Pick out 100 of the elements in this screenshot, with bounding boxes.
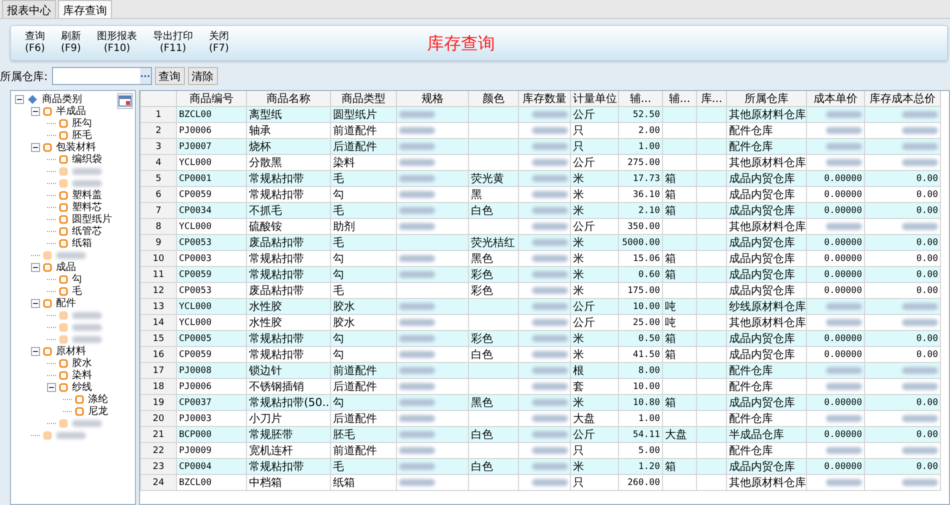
table-cell: 勾: [330, 394, 396, 410]
table-cell: 箱: [662, 170, 696, 186]
tree-item[interactable]: 纸箱: [72, 236, 92, 250]
table-cell: 0.00000: [806, 458, 864, 474]
column-header[interactable]: 商品名称: [246, 91, 330, 106]
tree-item[interactable]: 商品类别: [42, 92, 82, 106]
table-cell: 其他原材料仓库: [726, 474, 806, 490]
row-number: 4: [140, 154, 176, 170]
tree-item[interactable]: 尼龙: [88, 404, 108, 418]
node-icon: [59, 118, 68, 128]
tree-item[interactable]: 包装材料: [56, 140, 96, 154]
table-cell: 54.11: [618, 426, 662, 442]
column-header[interactable]: 所属仓库: [726, 91, 806, 106]
table-cell: 常规粘扣带: [246, 266, 330, 282]
table-cell: 52.50: [618, 106, 662, 122]
collapse-toggle-icon[interactable]: [47, 382, 56, 392]
tree-item[interactable]: 胚毛: [72, 128, 92, 142]
tree-item[interactable]: 塑料芯: [72, 200, 102, 214]
node-icon: [43, 262, 52, 272]
tree-item[interactable]: 毛: [72, 284, 82, 298]
warehouse-field[interactable]: ...: [52, 67, 152, 85]
browse-button[interactable]: ...: [140, 68, 151, 84]
collapse-toggle-icon[interactable]: [31, 106, 40, 116]
tab[interactable]: 库存查询: [58, 0, 112, 18]
collapse-toggle-icon[interactable]: [31, 142, 40, 152]
row-number: 14: [140, 314, 176, 330]
column-header[interactable]: 库存成本总价: [864, 91, 940, 106]
table-cell: 离型纸: [246, 106, 330, 122]
tab[interactable]: 报表中心: [2, 0, 56, 18]
table-cell: 成品内贸仓库: [726, 170, 806, 186]
filter-button[interactable]: 清除: [188, 67, 218, 85]
row-number: 15: [140, 330, 176, 346]
node-icon: [59, 190, 68, 200]
blurred-text-mark: [72, 312, 102, 318]
toolbar-button[interactable]: 刷新 (F9): [53, 31, 89, 55]
tree-item[interactable]: 塑料盖: [72, 188, 102, 202]
tree-item[interactable]: 纱线: [72, 380, 92, 394]
tree-item[interactable]: 胚勾: [72, 116, 92, 130]
row-number: 3: [140, 138, 176, 154]
table-cell: 米: [570, 330, 618, 346]
tree-item[interactable]: 圆型纸片: [72, 212, 112, 226]
toolbar-button[interactable]: 查询 (F6): [17, 31, 53, 55]
blurred-text-mark: [72, 180, 102, 186]
column-header[interactable]: 辅...: [662, 91, 696, 106]
table-cell: 0.00: [864, 394, 940, 410]
row-number: 24: [140, 474, 176, 490]
table-cell: 1.20: [618, 458, 662, 474]
tree-item[interactable]: 半成品: [56, 104, 86, 118]
row-number: 21: [140, 426, 176, 442]
warehouse-label: 所属仓库:: [0, 68, 49, 84]
tree-item[interactable]: 编织袋: [72, 152, 102, 166]
filter-button[interactable]: 查询: [154, 67, 185, 85]
window-icon[interactable]: [117, 93, 133, 109]
table-cell: 彩色: [468, 330, 518, 346]
row-number: 2: [140, 122, 176, 138]
collapse-toggle-icon[interactable]: [31, 262, 40, 272]
table-cell: 米: [570, 266, 618, 282]
node-icon: [43, 142, 52, 152]
tree-item[interactable]: 勾: [72, 272, 82, 286]
table-cell: 260.00: [618, 474, 662, 490]
blurred-text-mark: [72, 336, 102, 342]
row-number: 20: [140, 410, 176, 426]
column-header[interactable]: 规格: [396, 91, 468, 106]
column-header[interactable]: 颜色: [468, 91, 518, 106]
table-cell: 公斤: [570, 426, 618, 442]
tree-item[interactable]: 原材料: [56, 344, 86, 358]
table-cell: 0.00000: [806, 234, 864, 250]
collapse-toggle-icon[interactable]: [31, 298, 40, 308]
table-cell: 圆型纸片: [330, 106, 396, 122]
column-header[interactable]: 辅...: [618, 91, 662, 106]
node-icon: [59, 358, 68, 368]
tree-item[interactable]: 纸管芯: [72, 224, 102, 238]
tree-item[interactable]: 染料: [72, 368, 92, 382]
column-header[interactable]: 商品类型: [330, 91, 396, 106]
toolbar-button[interactable]: 关闭 (F7): [201, 31, 237, 55]
tree-item[interactable]: 涤纶: [88, 392, 108, 406]
row-number: 11: [140, 266, 176, 282]
table-cell: 成品内贸仓库: [726, 266, 806, 282]
toolbar-button[interactable]: 图形报表 (F10): [89, 31, 145, 55]
table-cell: 荧光黄: [468, 170, 518, 186]
column-header[interactable]: 商品编号: [176, 91, 246, 106]
collapse-toggle-icon[interactable]: [31, 346, 40, 356]
node-icon: [59, 274, 68, 284]
toolbar-button[interactable]: 导出打印 (F11): [145, 31, 201, 55]
column-header[interactable]: 成本单价: [806, 91, 864, 106]
tree-item[interactable]: 胶水: [72, 356, 92, 370]
collapse-toggle-icon[interactable]: [15, 94, 24, 104]
column-header[interactable]: 库存数量: [518, 91, 570, 106]
table-cell: 米: [570, 202, 618, 218]
row-number: 13: [140, 298, 176, 314]
table-cell: 17.73: [618, 170, 662, 186]
tree-item[interactable]: 成品: [56, 260, 76, 274]
table-cell: 箱: [662, 330, 696, 346]
table-cell: 毛: [330, 170, 396, 186]
column-header[interactable]: 库...: [696, 91, 726, 106]
table-cell: 废品粘扣带: [246, 234, 330, 250]
tree-item[interactable]: 配件: [56, 296, 76, 310]
node-icon: [43, 106, 52, 116]
column-header[interactable]: 计量单位: [570, 91, 618, 106]
table-cell: 米: [570, 458, 618, 474]
